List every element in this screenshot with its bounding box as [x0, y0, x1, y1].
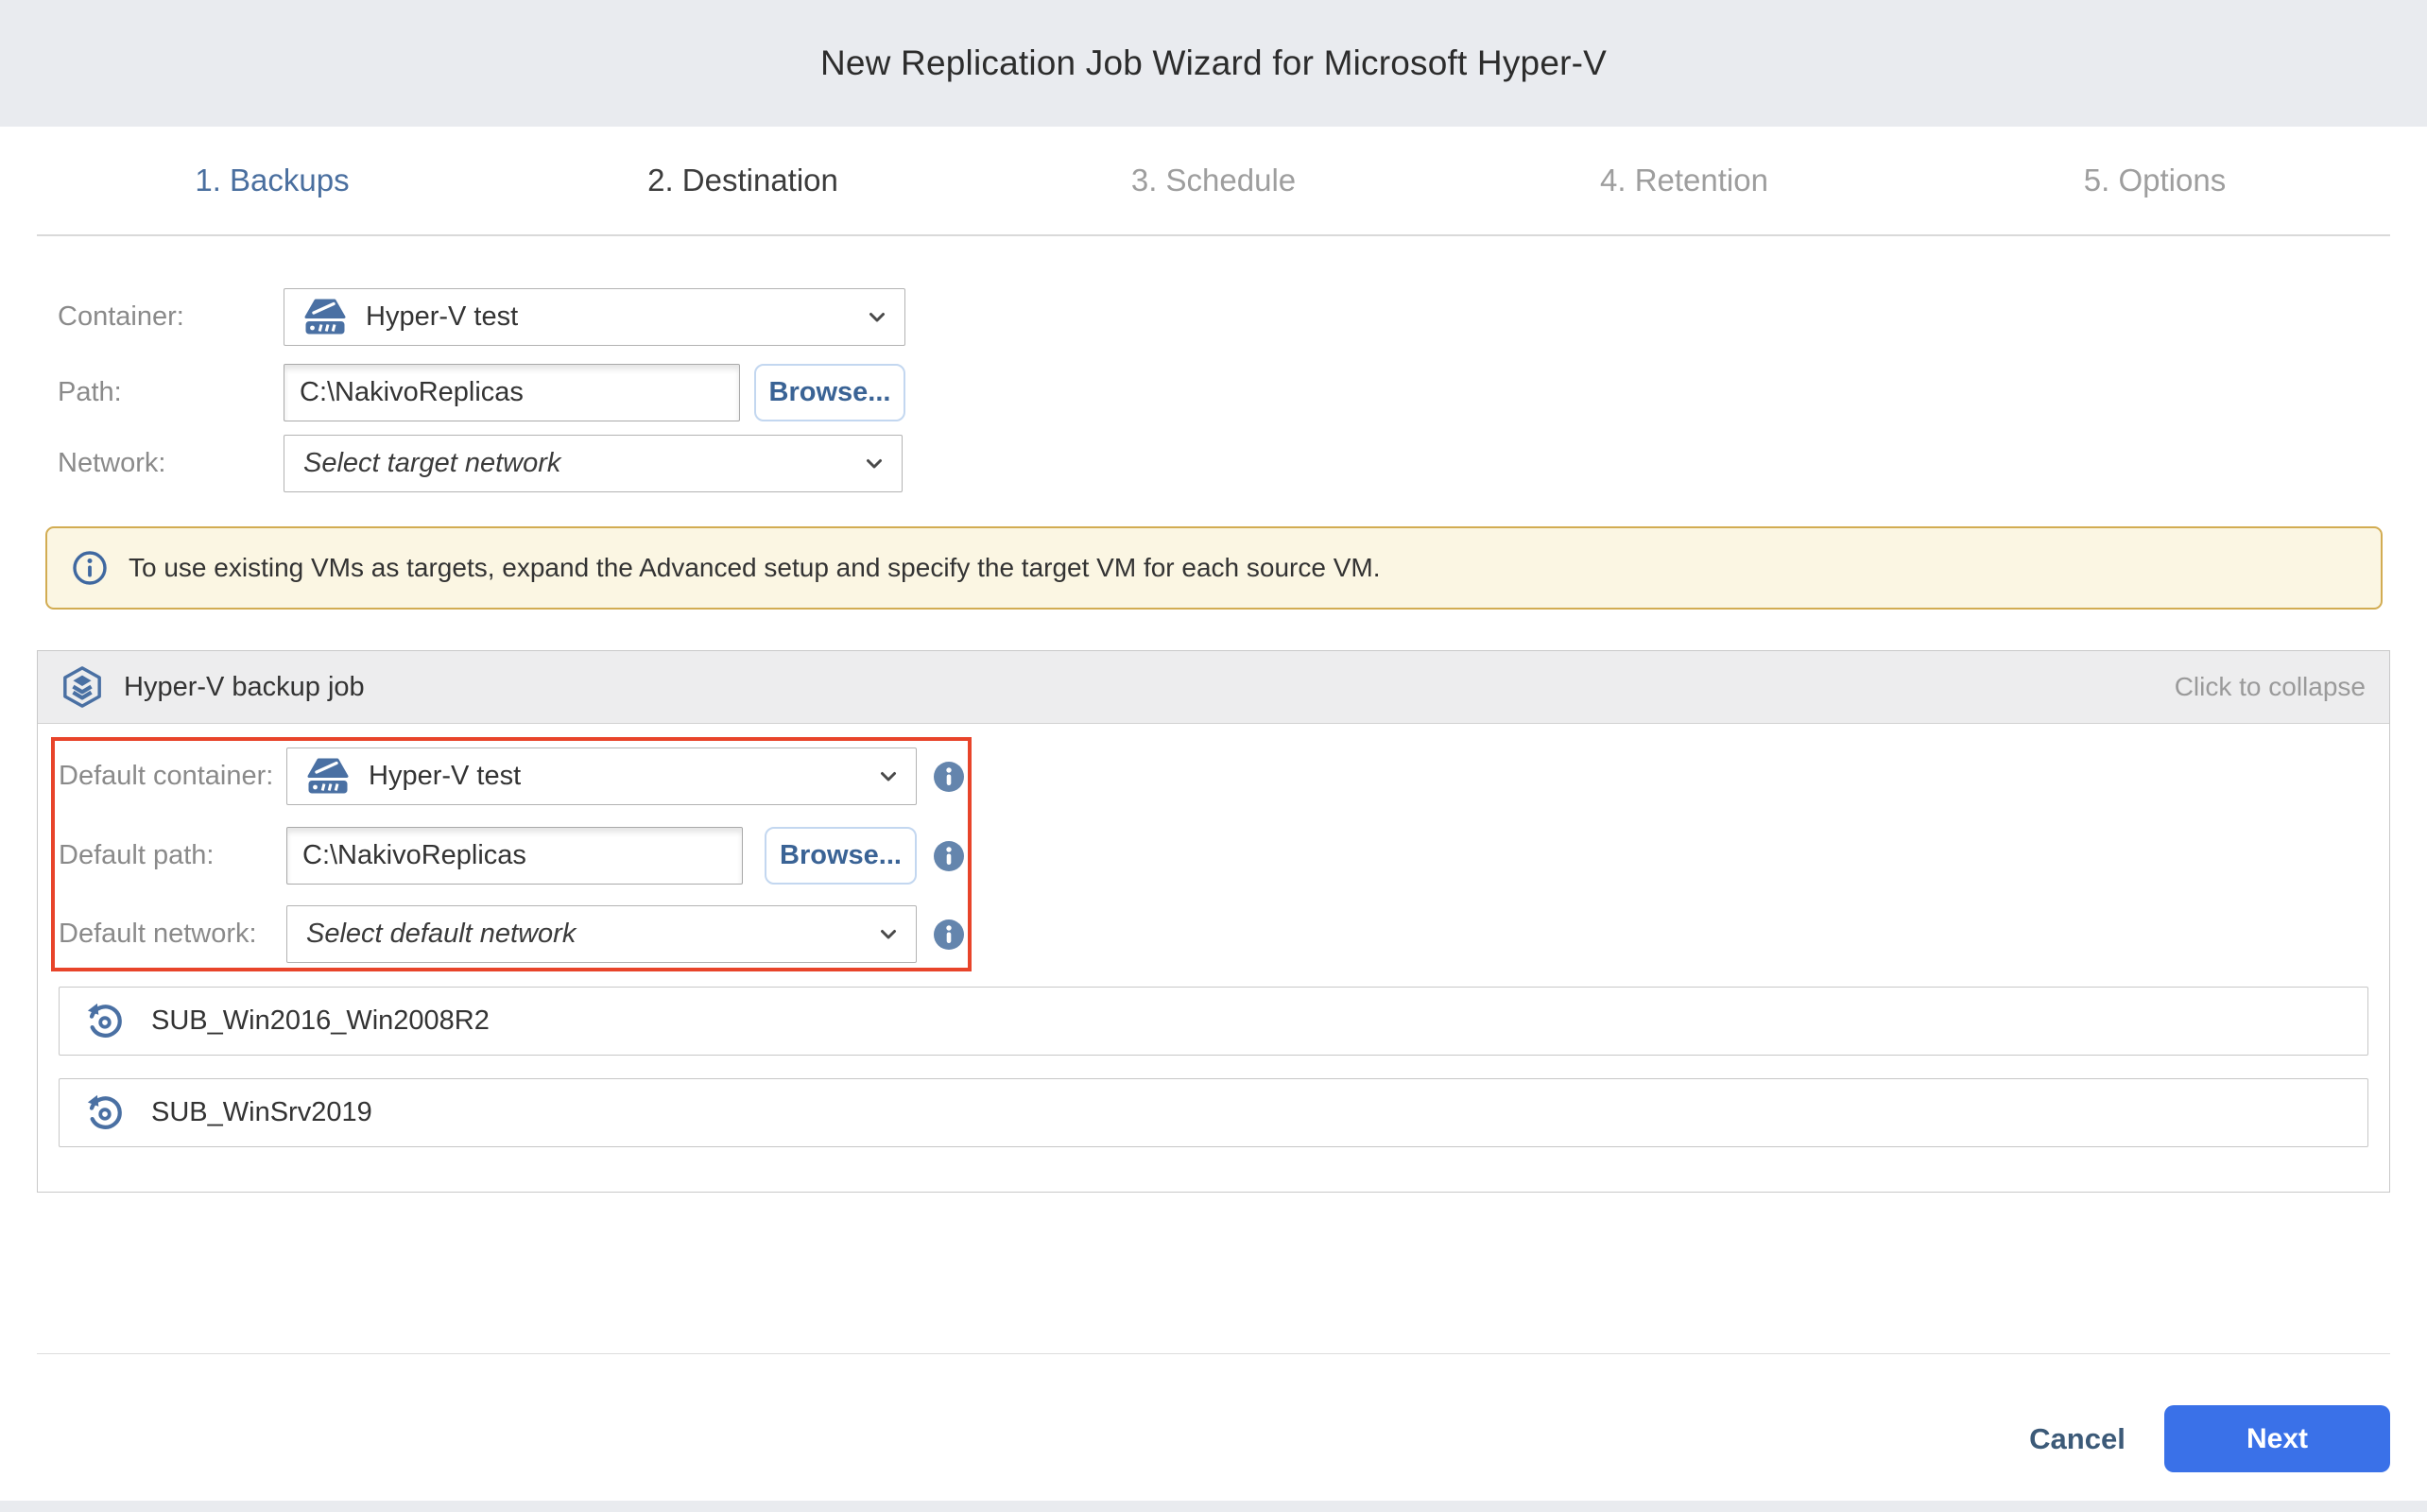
replication-arrow-icon: [85, 1093, 125, 1133]
backup-job-title: Hyper-V backup job: [124, 672, 365, 703]
network-dropdown[interactable]: Select target network: [284, 435, 903, 492]
step-tab-options[interactable]: 5. Options: [1919, 127, 2390, 234]
step-tab-retention[interactable]: 4. Retention: [1449, 127, 1919, 234]
network-placeholder: Select target network: [303, 448, 560, 479]
info-icon[interactable]: [934, 841, 964, 871]
vm-name: SUB_WinSrv2019: [151, 1097, 372, 1128]
browse-button[interactable]: Browse...: [754, 364, 905, 421]
chevron-down-icon: [866, 458, 883, 470]
vm-name: SUB_Win2016_Win2008R2: [151, 1005, 490, 1037]
backup-job-header[interactable]: Hyper-V backup job Click to collapse: [38, 651, 2389, 724]
info-icon[interactable]: [934, 762, 964, 792]
default-network-dropdown[interactable]: Select default network: [286, 905, 917, 963]
info-circle-icon: [72, 550, 108, 586]
path-input[interactable]: [284, 364, 740, 421]
default-network-label: Default network:: [59, 919, 286, 950]
wizard-title: New Replication Job Wizard for Microsoft…: [820, 43, 1607, 83]
default-browse-button[interactable]: Browse...: [765, 827, 917, 885]
default-container-row: Default container: Hyper-V test: [59, 747, 964, 805]
info-icon[interactable]: [934, 919, 964, 950]
path-row: Path: Browse...: [58, 364, 905, 421]
default-network-row: Default network: Select default network: [59, 905, 964, 963]
default-container-dropdown[interactable]: Hyper-V test: [286, 747, 917, 805]
wizard-steps-nav: 1. Backups 2. Destination 3. Schedule 4.…: [37, 127, 2390, 236]
backup-job-section: Hyper-V backup job Click to collapse Def…: [37, 650, 2390, 1193]
datastore-icon: [303, 299, 347, 336]
vm-list-item[interactable]: SUB_WinSrv2019: [59, 1078, 2368, 1147]
default-path-label: Default path:: [59, 840, 286, 871]
datastore-icon: [306, 758, 350, 796]
path-label: Path:: [58, 377, 284, 408]
defaults-highlight-box: Default container: Hyper-V test: [51, 737, 972, 971]
network-label: Network:: [58, 448, 284, 479]
chevron-down-icon: [869, 312, 886, 323]
step-tab-schedule[interactable]: 3. Schedule: [978, 127, 1449, 234]
chevron-down-icon: [880, 929, 897, 940]
wizard-title-bar: New Replication Job Wizard for Microsoft…: [0, 0, 2427, 127]
replication-wizard-window: New Replication Job Wizard for Microsoft…: [0, 0, 2427, 1512]
default-container-label: Default container:: [59, 761, 286, 792]
default-network-placeholder: Select default network: [306, 919, 576, 950]
container-dropdown[interactable]: Hyper-V test: [284, 288, 905, 346]
network-row: Network: Select target network: [58, 435, 903, 492]
footer-divider: [37, 1353, 2390, 1354]
collapse-hint: Click to collapse: [2175, 672, 2366, 702]
default-path-input[interactable]: [286, 827, 743, 885]
default-container-value: Hyper-V test: [369, 761, 521, 792]
container-label: Container:: [58, 301, 284, 333]
window-bottom-edge: [0, 1501, 2427, 1512]
cancel-button[interactable]: Cancel: [2002, 1405, 2153, 1472]
container-row: Container: Hyper-V test: [58, 288, 905, 346]
info-banner-text: To use existing VMs as targets, expand t…: [129, 553, 1381, 583]
chevron-down-icon: [880, 771, 897, 782]
container-value: Hyper-V test: [366, 301, 518, 333]
vm-list-item[interactable]: SUB_Win2016_Win2008R2: [59, 987, 2368, 1056]
info-banner: To use existing VMs as targets, expand t…: [45, 526, 2383, 610]
next-button[interactable]: Next: [2164, 1405, 2390, 1472]
step-tab-backups[interactable]: 1. Backups: [37, 127, 508, 234]
job-layers-icon: [61, 666, 103, 708]
default-path-row: Default path: Browse...: [59, 827, 964, 885]
step-tab-destination[interactable]: 2. Destination: [508, 127, 978, 234]
replication-arrow-icon: [85, 1002, 125, 1041]
